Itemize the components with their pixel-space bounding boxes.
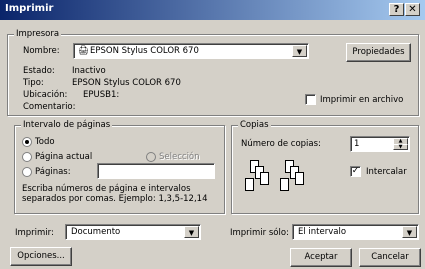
print-what-label: Imprimir: (15, 228, 54, 238)
cancel-button[interactable]: Cancelar (359, 248, 421, 267)
type-label: Tipo: (23, 78, 44, 88)
range-pages-radio[interactable] (22, 167, 32, 177)
collate-checkbox[interactable]: ✓ (350, 166, 361, 177)
comment-label: Comentario: (23, 102, 76, 112)
range-all-label: Todo (35, 137, 55, 147)
copies-count-value: 1 (354, 139, 360, 149)
properties-button[interactable]: Propiedades (346, 43, 411, 62)
status-value: Inactivo (72, 66, 106, 76)
location-value: EPUSB1: (83, 90, 120, 100)
printer-name-value: EPSON Stylus COLOR 670 (90, 46, 199, 56)
page-range-legend: Intervalo de páginas (21, 120, 113, 131)
window-title: Imprimir (5, 3, 54, 14)
printer-name-label: Nombre: (23, 46, 60, 56)
print-what-select[interactable]: Documento ▼ (65, 224, 201, 240)
title-bar: Imprimir ? ✕ (0, 0, 425, 20)
range-pages-label: Páginas: (35, 167, 71, 177)
range-current-label: Página actual (35, 152, 93, 162)
copies-count-input[interactable]: 1 ▲ ▼ (350, 136, 410, 152)
copies-count-label: Número de copias: (241, 139, 321, 149)
range-selection-label: Selección (159, 152, 200, 162)
close-button[interactable]: ✕ (405, 3, 420, 16)
range-hint: Escriba números de página e intervalos s… (22, 184, 208, 204)
print-what-value: Documento (71, 227, 121, 237)
pages-input[interactable] (97, 163, 215, 179)
status-label: Estado: (23, 66, 55, 76)
copies-legend: Copias (238, 120, 271, 131)
range-all-radio[interactable] (22, 137, 32, 147)
options-button[interactable]: Opciones... (10, 247, 72, 266)
collate-label: Intercalar (366, 167, 407, 177)
printer-icon: 🖨 (78, 46, 89, 56)
print-to-file-checkbox[interactable] (305, 94, 316, 105)
range-current-radio[interactable] (22, 152, 32, 162)
location-label: Ubicación: (23, 90, 68, 100)
page-icon (295, 172, 304, 185)
chevron-down-icon[interactable]: ▼ (184, 226, 199, 238)
printer-legend: Impresora (14, 29, 62, 40)
accept-button[interactable]: Aceptar (290, 248, 352, 267)
help-button[interactable]: ? (389, 3, 404, 16)
chevron-down-icon[interactable]: ▼ (292, 45, 307, 57)
print-only-value: El intervalo (298, 227, 347, 237)
print-only-label: Imprimir sólo: (230, 228, 289, 238)
printer-name-select[interactable]: 🖨 EPSON Stylus COLOR 670 ▼ (73, 43, 309, 59)
page-icon (260, 172, 269, 185)
page-icon (280, 178, 289, 191)
spin-down-icon[interactable]: ▼ (393, 144, 408, 150)
page-icon (245, 178, 254, 191)
chevron-down-icon[interactable]: ▼ (402, 226, 417, 238)
print-to-file-label: Imprimir en archivo (320, 95, 404, 105)
type-value: EPSON Stylus COLOR 670 (72, 78, 181, 88)
print-only-select[interactable]: El intervalo ▼ (292, 224, 419, 240)
range-selection-radio[interactable] (146, 152, 156, 162)
